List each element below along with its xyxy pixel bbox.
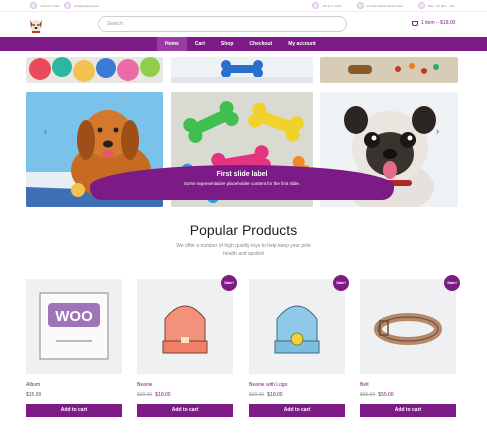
nav-item-checkout[interactable]: Checkout bbox=[241, 37, 280, 51]
product-price: $15.00 bbox=[26, 392, 42, 398]
nav-item-cart[interactable]: Cart bbox=[187, 37, 213, 51]
email-item[interactable]: info@petshop.com bbox=[64, 2, 99, 9]
product-price: $65.00 $55.00 bbox=[360, 392, 394, 398]
hours-item: Mon - Fri 9am - 5pm bbox=[418, 2, 455, 9]
product-image-beanie-with-logo[interactable] bbox=[249, 279, 345, 374]
sale-badge: Sale! bbox=[444, 275, 460, 291]
address-item: 14 Main Street Some Town bbox=[357, 2, 403, 9]
phone-icon bbox=[312, 2, 319, 9]
phone-item: +44 11 1 1234 bbox=[30, 2, 59, 9]
product-price: $20.00 $18.00 bbox=[137, 392, 171, 398]
carousel-caption-title: First slide label bbox=[216, 171, 268, 178]
nav-item-my-account[interactable]: My account bbox=[280, 37, 324, 51]
phone-item-2: +44 11 1 1234 bbox=[312, 2, 341, 9]
product-card: Sale! Beanie $20.00 $18.00 Add to cart bbox=[137, 275, 237, 417]
header-cart-link[interactable]: 1 item – $18.00 bbox=[412, 20, 455, 26]
product-image-album[interactable]: WOO bbox=[26, 279, 122, 374]
add-to-cart-button[interactable]: Add to cart bbox=[360, 404, 456, 417]
product-image-belt[interactable] bbox=[360, 279, 456, 374]
top-contact-bar: +44 11 1 1234 info@petshop.com +44 11 1 … bbox=[0, 0, 487, 12]
product-name[interactable]: Album bbox=[26, 382, 122, 388]
main-navigation: Home Cart Shop Checkout My account bbox=[0, 37, 487, 51]
carousel-next-button[interactable]: › bbox=[436, 126, 439, 136]
carousel-caption-text: Some representative placeholder content … bbox=[183, 181, 301, 186]
sale-badge: Sale! bbox=[221, 275, 237, 291]
cart-icon bbox=[412, 20, 418, 26]
cart-summary[interactable]: 1 item – $18.00 bbox=[421, 20, 455, 26]
add-to-cart-button[interactable]: Add to cart bbox=[249, 404, 345, 417]
product-image-beanie[interactable] bbox=[137, 279, 233, 374]
section-title: Popular Products bbox=[189, 222, 298, 238]
section-subtitle: We offer a number of high quality toys t… bbox=[176, 243, 311, 257]
product-name[interactable]: Belt bbox=[360, 382, 456, 388]
search-input[interactable]: Search bbox=[98, 16, 347, 32]
email-icon bbox=[64, 2, 71, 9]
carousel-image-treats bbox=[320, 57, 458, 83]
product-name[interactable]: Beanie bbox=[137, 382, 233, 388]
svg-text:WOO: WOO bbox=[55, 308, 93, 325]
product-price: $20.00 $18.00 bbox=[249, 392, 283, 398]
product-card: Sale! Belt $65.00 $55.00 Add to cart bbox=[360, 275, 460, 417]
add-to-cart-button[interactable]: Add to cart bbox=[137, 404, 233, 417]
nav-item-shop[interactable]: Shop bbox=[213, 37, 242, 51]
product-card: WOO Album $15.00 Add to cart bbox=[26, 279, 122, 417]
carousel-caption: First slide label Some representative pl… bbox=[90, 165, 394, 200]
phone-icon bbox=[30, 2, 37, 9]
carousel-image-bone-toy bbox=[171, 57, 313, 83]
nav-item-home[interactable]: Home bbox=[157, 37, 187, 51]
location-icon bbox=[357, 2, 364, 9]
sale-badge: Sale! bbox=[333, 275, 349, 291]
product-name[interactable]: Beanie with Logo bbox=[249, 382, 345, 388]
clock-icon bbox=[418, 2, 425, 9]
product-card: Sale! Beanie with Logo $20.00 $18.00 Add … bbox=[249, 275, 349, 417]
add-to-cart-button[interactable]: Add to cart bbox=[26, 404, 122, 417]
carousel-image-yarn-toys bbox=[26, 57, 163, 83]
carousel-prev-button[interactable]: ‹ bbox=[44, 126, 47, 136]
shop-logo-icon[interactable] bbox=[29, 17, 43, 33]
